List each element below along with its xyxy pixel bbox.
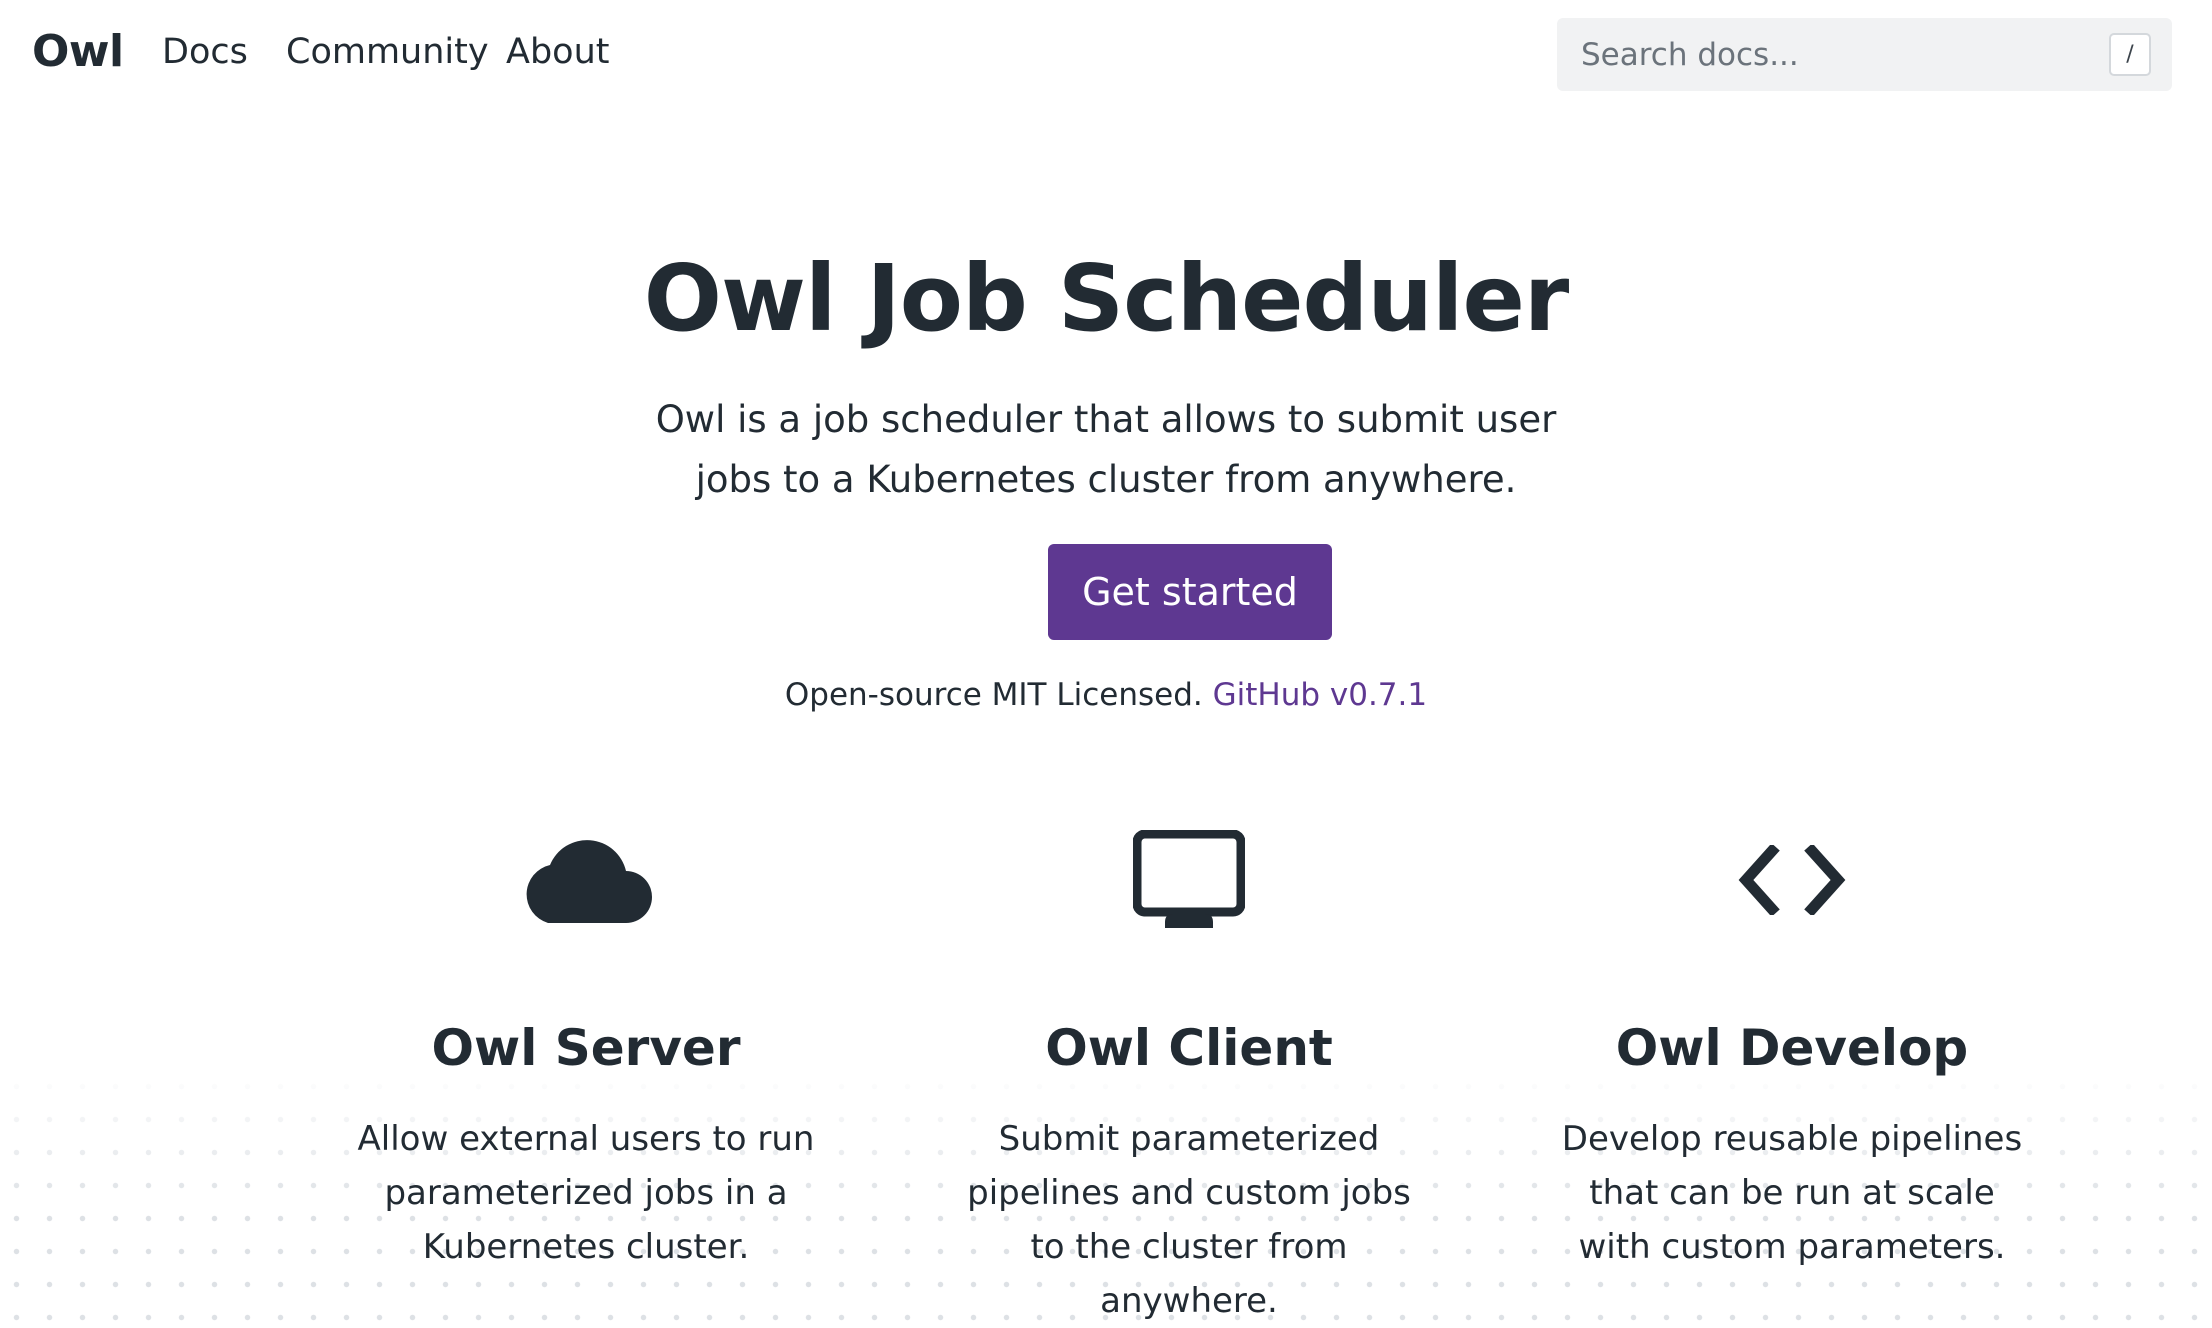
- feature-description: Submit parameterized pipelines and custo…: [967, 1119, 1411, 1321]
- page-title: Owl Job Scheduler: [643, 245, 1569, 352]
- hero-description: Owl is a job scheduler that allows to su…: [655, 398, 1557, 501]
- nav-link-docs[interactable]: Docs: [162, 29, 248, 75]
- nav-link-about[interactable]: About: [506, 29, 609, 75]
- get-started-button[interactable]: Get started: [1048, 544, 1332, 640]
- github-version-link[interactable]: GitHub v0.7.1: [1213, 677, 1428, 713]
- license-line: Open-source MIT Licensed. GitHub v0.7.1: [0, 674, 2212, 716]
- top-navigation: Owl Docs Community About /: [0, 0, 2212, 106]
- feature-title: Owl Client: [1045, 1019, 1333, 1077]
- search-shortcut-key: /: [2109, 33, 2151, 76]
- search-box: /: [1557, 18, 2172, 91]
- feature-description: Develop reusable pipelines that can be r…: [1561, 1119, 2023, 1267]
- code-icon: [1512, 820, 2072, 940]
- feature-title: Owl Server: [431, 1019, 741, 1077]
- feature-description: Allow external users to run parameterize…: [357, 1119, 815, 1267]
- brand-logo-link[interactable]: Owl: [32, 26, 124, 78]
- monitor-icon: [909, 820, 1469, 940]
- search-input[interactable]: [1581, 18, 2061, 91]
- cloud-icon: [306, 820, 866, 940]
- nav-link-community[interactable]: Community: [286, 29, 489, 75]
- license-text: Open-source MIT Licensed.: [784, 677, 1203, 713]
- feature-title: Owl Develop: [1615, 1019, 1969, 1077]
